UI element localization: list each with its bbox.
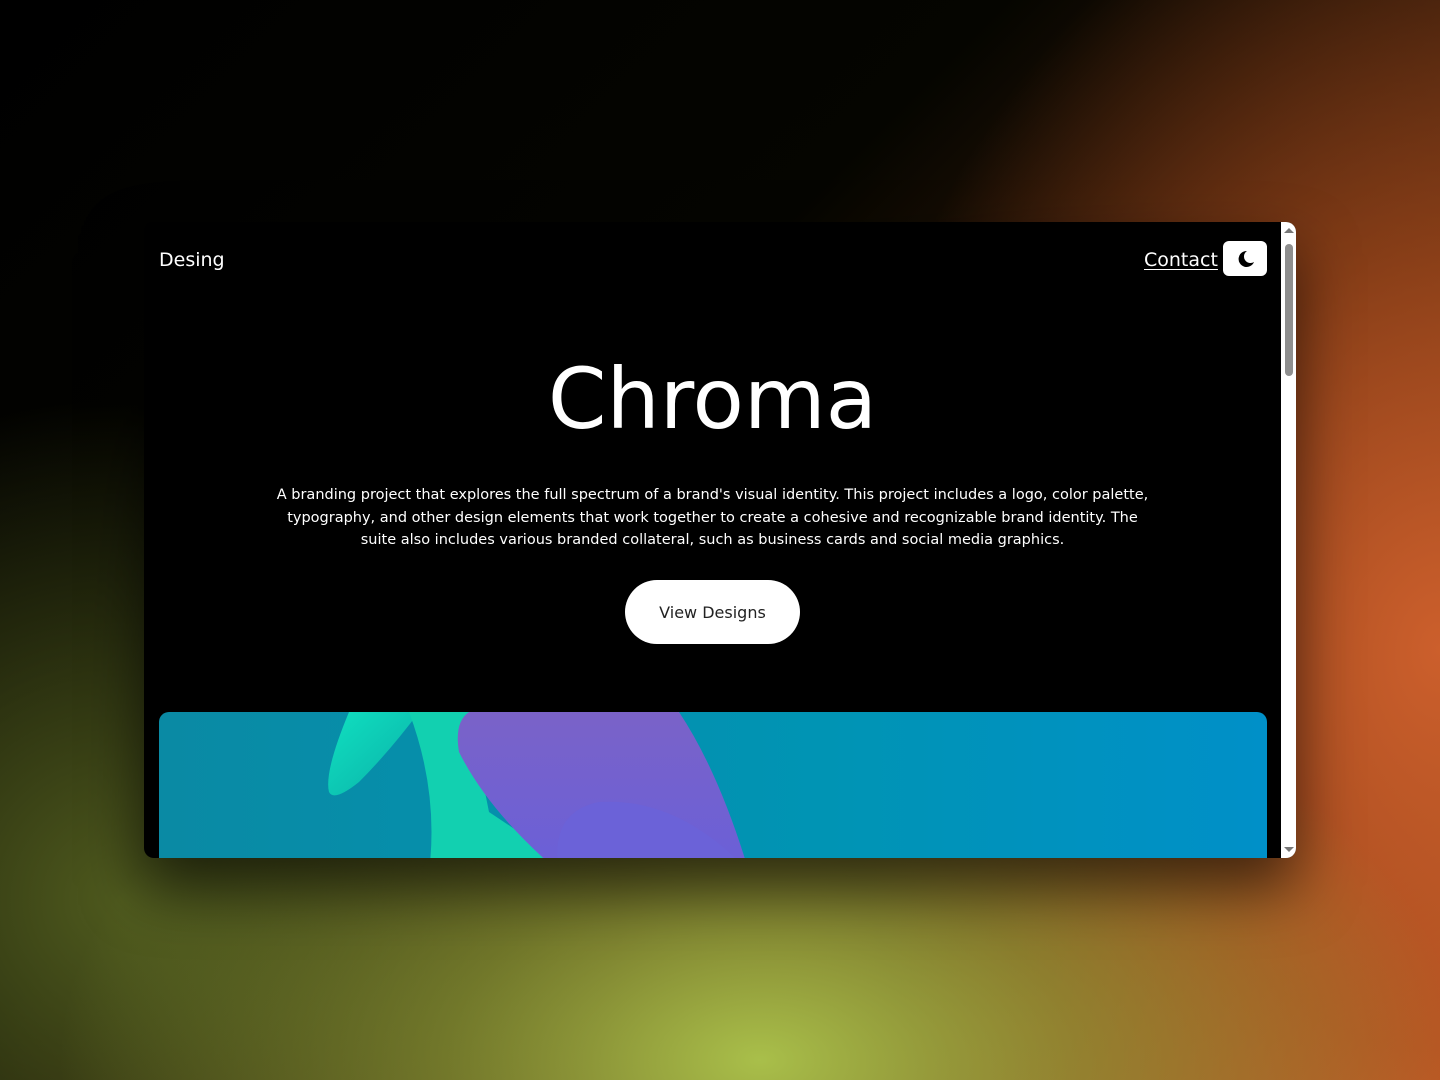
view-designs-button[interactable]: View Designs	[625, 580, 800, 644]
browser-window: Desing Contact Chroma A branding project…	[144, 222, 1296, 858]
scroll-down-arrow-icon[interactable]	[1284, 847, 1294, 852]
moon-icon	[1238, 250, 1254, 267]
brand-logo[interactable]: Desing	[159, 249, 225, 271]
hero-image	[159, 712, 1267, 858]
contact-link[interactable]: Contact	[1144, 249, 1218, 271]
abstract-shapes-image	[328, 712, 745, 858]
scroll-up-arrow-icon[interactable]	[1284, 228, 1294, 233]
page-content: Desing Contact Chroma A branding project…	[144, 222, 1281, 858]
project-description: A branding project that explores the ful…	[276, 487, 1149, 548]
scrollbar-thumb[interactable]	[1285, 244, 1293, 376]
theme-toggle-button[interactable]	[1223, 241, 1267, 276]
page-title: Chroma	[547, 350, 878, 448]
scrollbar[interactable]	[1281, 222, 1296, 858]
